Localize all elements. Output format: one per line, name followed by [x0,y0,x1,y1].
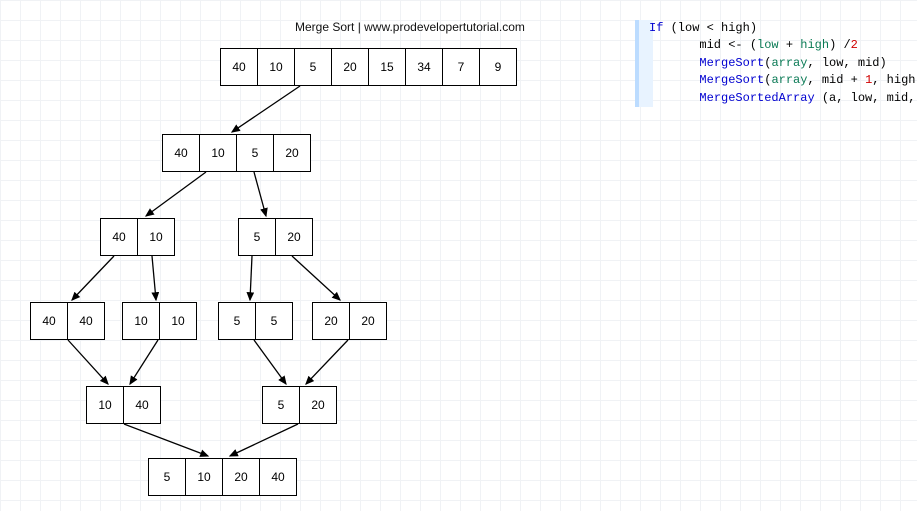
var: array [771,73,807,87]
pseudocode-box: If (low < high) mid <- (low + high) /2 M… [635,20,917,107]
cell: 40 [162,134,200,172]
cell: 9 [480,48,517,86]
fn: MergeSort [699,73,764,87]
cell: 10 [122,302,160,340]
cell: 40 [68,302,105,340]
cell: 10 [138,218,175,256]
var: array [771,56,807,70]
t: , low, mid) [807,56,886,70]
cell: 5 [218,302,256,340]
cell: 20 [274,134,311,172]
var: low [757,38,786,52]
fn: MergeSort [699,56,764,70]
diagram-stage: Merge Sort | www.prodevelopertutorial.co… [0,0,917,511]
cell: 40 [260,458,297,496]
diagram-title: Merge Sort | www.prodevelopertutorial.co… [295,20,525,34]
cell: 5 [295,48,332,86]
t: < [707,21,721,35]
t: + [786,38,800,52]
t: mid [649,38,728,52]
array-level4-b: 5 20 [262,386,337,424]
array-level1: 40 10 5 20 [162,134,311,172]
t: , high) [872,73,917,87]
array-level3-a: 40 40 [30,302,105,340]
array-level3-b: 10 10 [122,302,197,340]
cell: 7 [443,48,480,86]
t: ) / [829,38,851,52]
var: high [800,38,829,52]
cell: 10 [186,458,223,496]
array-level3-c: 5 5 [218,302,293,340]
cell: 20 [223,458,260,496]
cell: 5 [262,386,300,424]
cell: 20 [276,218,313,256]
t: (low [671,21,707,35]
num: 2 [851,38,858,52]
array-level5: 5 10 20 40 [148,458,297,496]
cell: 20 [350,302,387,340]
array-level2-right: 5 20 [238,218,313,256]
kw: If [649,21,671,35]
array-level2-left: 40 10 [100,218,175,256]
cell: 10 [86,386,124,424]
t [649,91,699,105]
t [649,56,699,70]
cell: 40 [100,218,138,256]
cell: 5 [256,302,293,340]
t: , mid + [807,73,865,87]
array-level0: 40 10 5 20 15 34 7 9 [220,48,517,86]
t: <- ( [728,38,757,52]
cell: 10 [160,302,197,340]
cell: 10 [200,134,237,172]
fn: MergeSortedArray [699,91,821,105]
cell: 40 [124,386,161,424]
cell: 20 [332,48,369,86]
cell: 20 [300,386,337,424]
cell: 34 [406,48,443,86]
t: (a, low, mid, [822,91,917,105]
cell: 20 [312,302,350,340]
cell: 5 [238,218,276,256]
t: high [721,21,750,35]
cell: 40 [220,48,258,86]
cell: 15 [369,48,406,86]
array-level4-a: 10 40 [86,386,161,424]
array-level3-d: 20 20 [312,302,387,340]
cell: 40 [30,302,68,340]
cell: 10 [258,48,295,86]
cell: 5 [237,134,274,172]
t [649,73,699,87]
cell: 5 [148,458,186,496]
